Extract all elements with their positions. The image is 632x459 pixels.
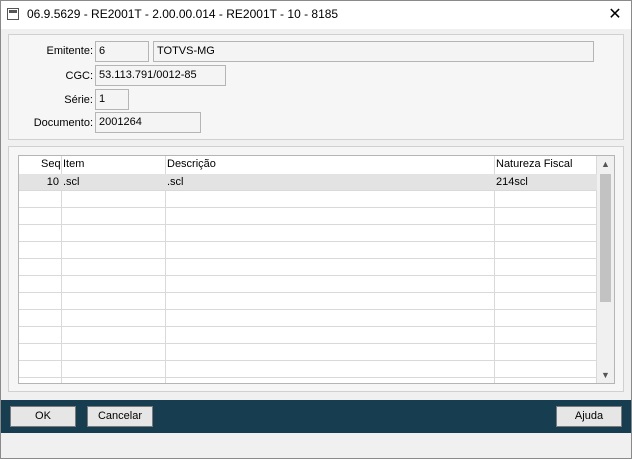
cancel-button[interactable]: Cancelar xyxy=(87,406,153,427)
window-title: 06.9.5629 - RE2001T - 2.00.00.014 - RE20… xyxy=(27,7,339,21)
column-header-descricao[interactable]: Descrição xyxy=(167,158,216,170)
cell-descricao: .scl xyxy=(167,176,184,188)
header-panel: Emitente: 6 TOTVS-MG CGC: 53.113.791/001… xyxy=(8,34,624,140)
scrollbar-thumb[interactable] xyxy=(600,174,611,302)
window-icon xyxy=(7,8,19,20)
button-bar: OK Cancelar Ajuda xyxy=(1,400,631,433)
emitente-code-field[interactable]: 6 xyxy=(95,41,149,62)
table-row-empty[interactable] xyxy=(19,344,597,361)
cgc-label: CGC: xyxy=(65,70,94,82)
table-row-empty[interactable] xyxy=(19,225,597,242)
title-bar: 06.9.5629 - RE2001T - 2.00.00.014 - RE20… xyxy=(1,1,631,29)
items-table[interactable]: Seq Item Descrição Natureza Fiscal 10 .s… xyxy=(18,155,615,384)
dialog-window: 06.9.5629 - RE2001T - 2.00.00.014 - RE20… xyxy=(0,0,632,459)
chevron-up-icon[interactable]: ▲ xyxy=(597,156,614,172)
help-button[interactable]: Ajuda xyxy=(556,406,622,427)
table-row-empty[interactable] xyxy=(19,191,597,208)
emitente-name-field[interactable]: TOTVS-MG xyxy=(153,41,594,62)
cell-natureza: 214scl xyxy=(496,176,528,188)
vertical-scrollbar[interactable]: ▲ ▼ xyxy=(597,156,614,383)
cgc-field[interactable]: 53.113.791/0012-85 xyxy=(95,65,226,86)
documento-label: Documento: xyxy=(33,117,93,129)
cell-item: .scl xyxy=(63,176,80,188)
close-icon[interactable]: ✕ xyxy=(599,1,631,29)
column-header-item[interactable]: Item xyxy=(63,158,84,170)
table-row-empty[interactable] xyxy=(19,259,597,276)
table-row[interactable]: 10 .scl .scl 214scl xyxy=(19,174,597,191)
cell-seq: 10 xyxy=(46,176,59,188)
table-header: Seq Item Descrição Natureza Fiscal xyxy=(19,156,597,173)
chevron-down-icon[interactable]: ▼ xyxy=(597,367,614,383)
column-header-seq[interactable]: Seq xyxy=(41,158,61,170)
documento-field[interactable]: 2001264 xyxy=(95,112,201,133)
table-row-empty[interactable] xyxy=(19,276,597,293)
table-row-empty[interactable] xyxy=(19,242,597,259)
serie-label: Série: xyxy=(64,94,93,106)
table-row-empty[interactable] xyxy=(19,293,597,310)
serie-field[interactable]: 1 xyxy=(95,89,129,110)
table-row-empty[interactable] xyxy=(19,208,597,225)
table-row-empty[interactable] xyxy=(19,327,597,344)
table-body: 10 .scl .scl 214scl xyxy=(19,174,597,378)
table-row-empty[interactable] xyxy=(19,310,597,327)
column-header-natureza[interactable]: Natureza Fiscal xyxy=(496,158,572,170)
emitente-label: Emitente: xyxy=(46,45,93,57)
table-row-empty[interactable] xyxy=(19,361,597,378)
ok-button[interactable]: OK xyxy=(10,406,76,427)
